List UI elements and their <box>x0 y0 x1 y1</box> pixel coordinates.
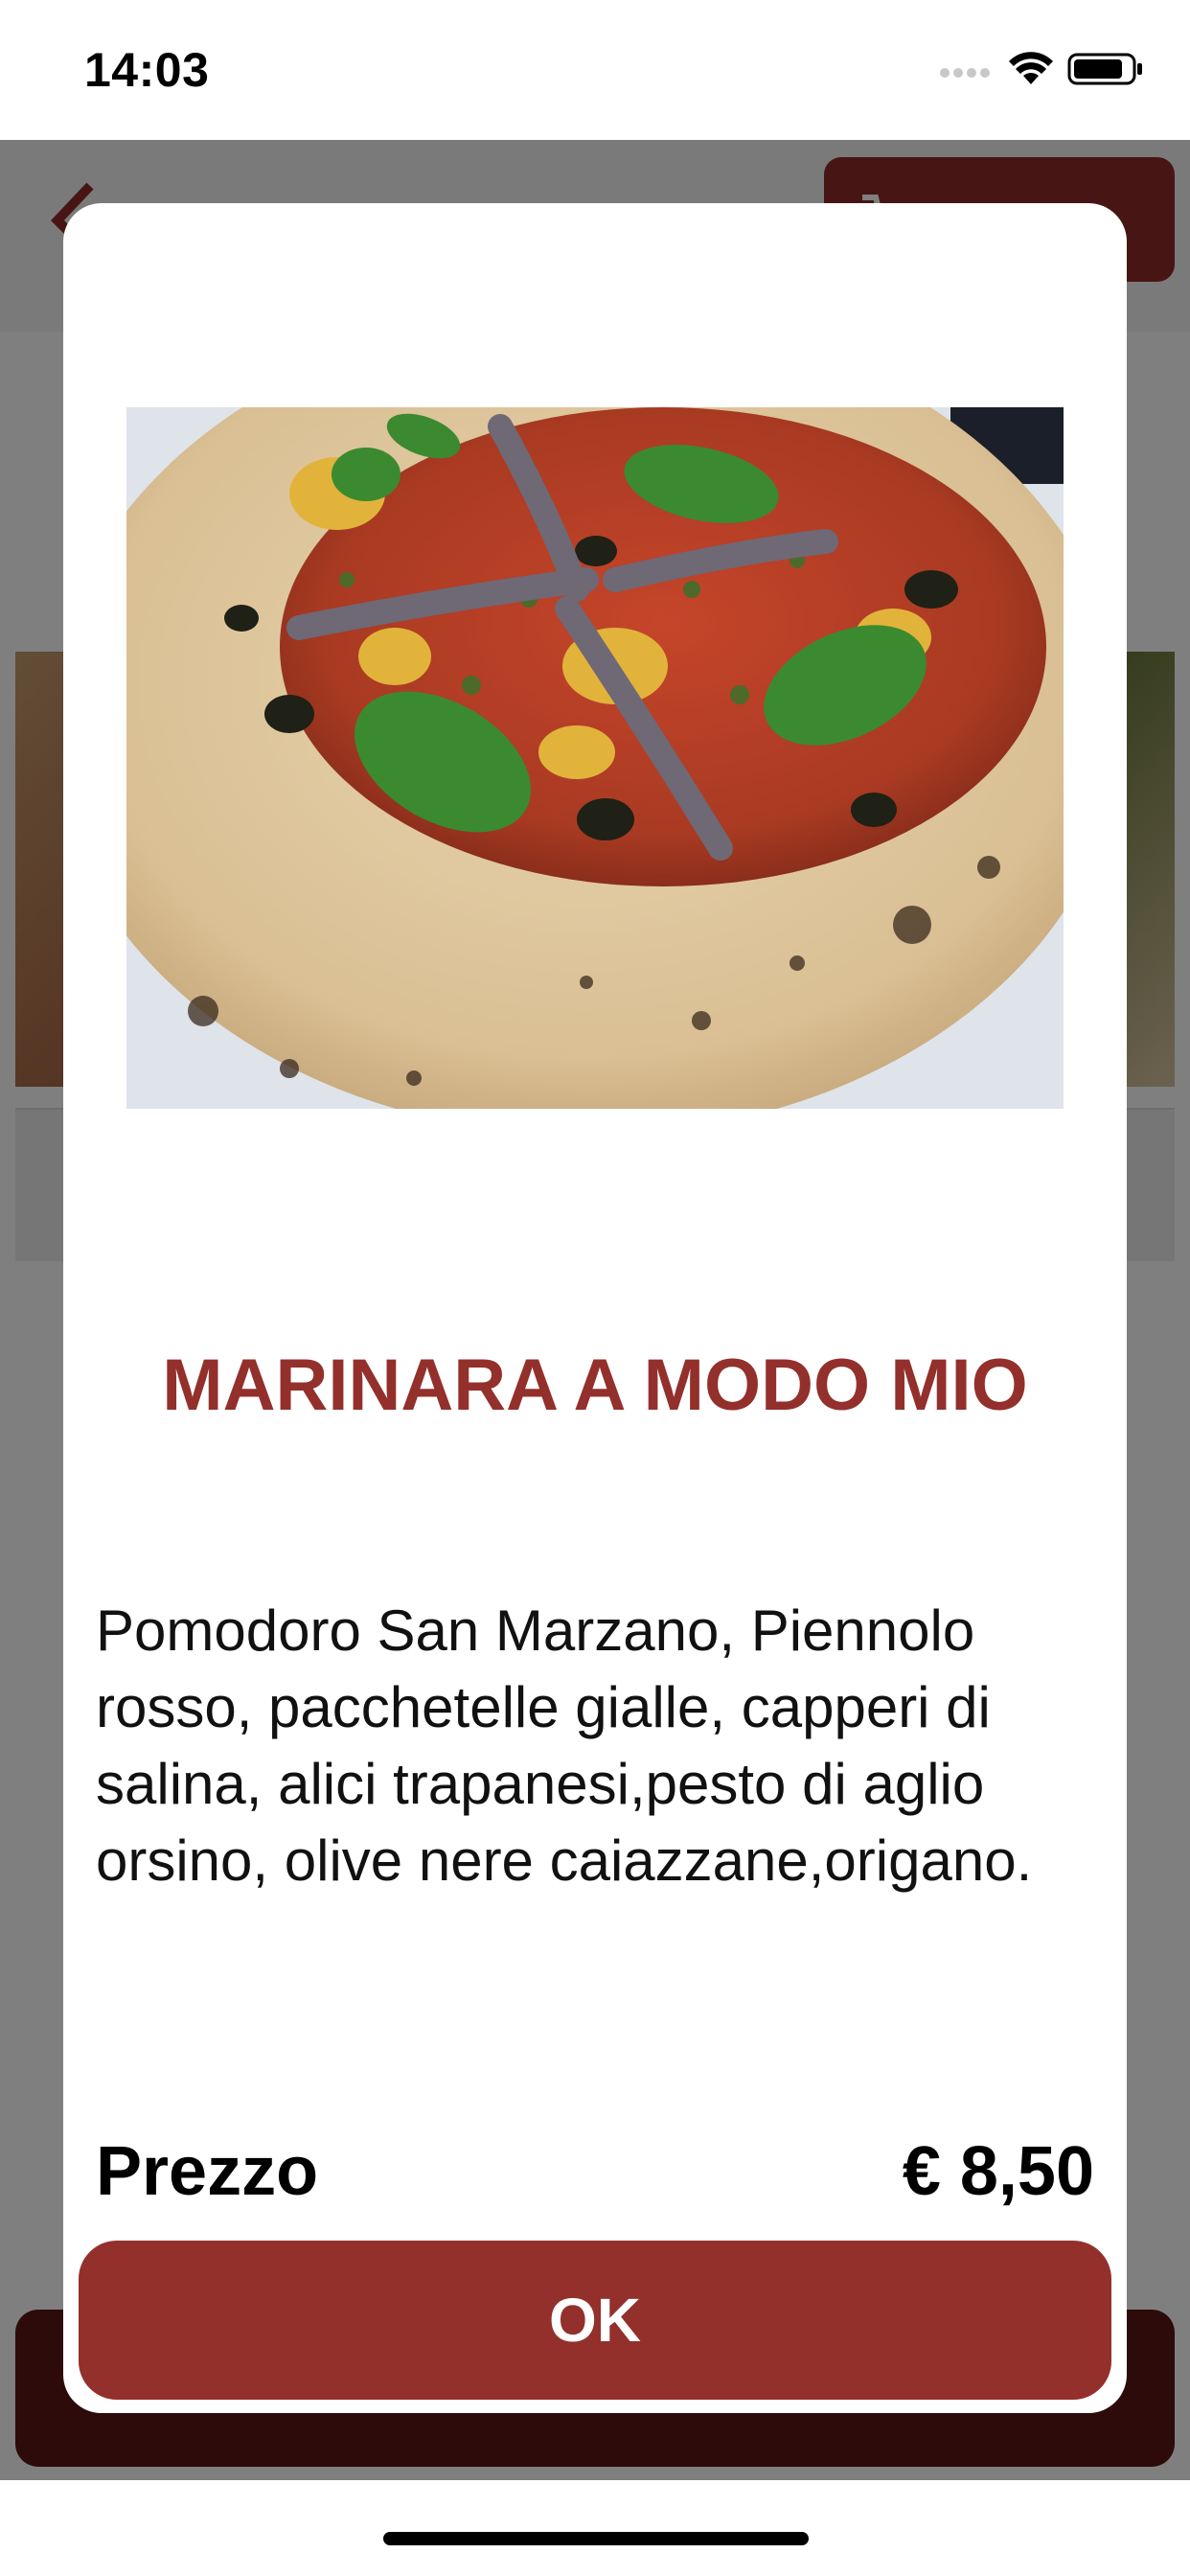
wifi-icon <box>1008 52 1054 91</box>
product-description: Pomodoro San Marzano, Piennolo rosso, pa… <box>96 1598 1033 1893</box>
price-row: Prezzo € 8,50 <box>96 2126 1094 2218</box>
product-title: MARINARA A MODO MIO <box>162 1345 1028 1426</box>
price-value: € 8,50 <box>902 2133 1094 2210</box>
cellular-signal-icon <box>939 59 995 83</box>
battery-icon <box>1067 52 1144 91</box>
status-icons <box>939 52 1144 91</box>
home-indicator[interactable] <box>383 2532 809 2545</box>
status-bar: 14:03 <box>0 0 1190 140</box>
status-time: 14:03 <box>84 43 210 97</box>
product-detail-modal: MARINARA A MODO MIO Pomodoro San Marzano… <box>63 203 1127 2413</box>
pizza-photo <box>126 407 1064 1109</box>
price-label: Prezzo <box>96 2133 319 2210</box>
home-bar-area <box>0 2480 1190 2576</box>
ok-button[interactable]: OK <box>79 2241 1111 2400</box>
